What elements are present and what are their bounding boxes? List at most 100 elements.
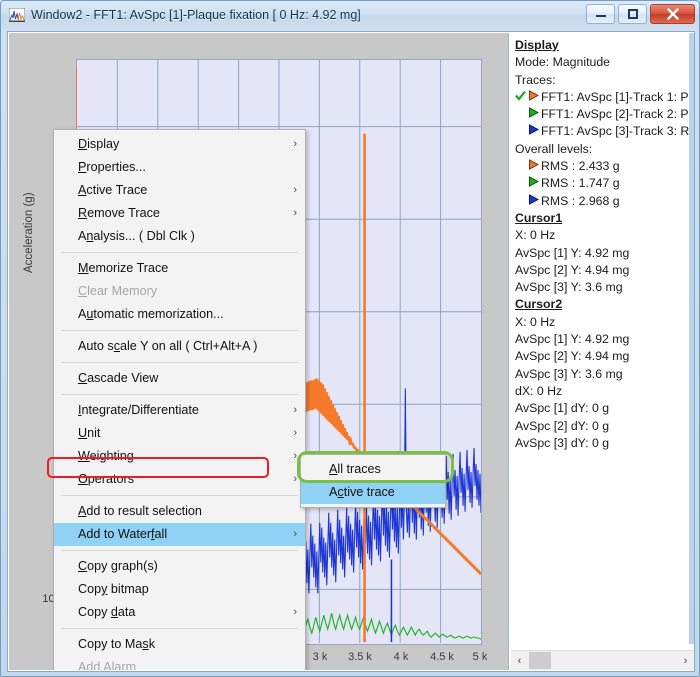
x-tick-label: 3 k xyxy=(312,651,328,663)
menu-item-label: Add Alarm xyxy=(78,660,137,670)
cursor1-line: AvSpc [2] Y: 4.94 mg xyxy=(515,262,630,277)
cursor2-line: dX: 0 Hz xyxy=(515,383,563,398)
chevron-right-icon: › xyxy=(293,404,297,416)
application-window: Window2 - FFT1: AvSpc [1]-Plaque fixatio… xyxy=(0,0,700,677)
menu-separator xyxy=(61,252,298,253)
chevron-right-icon: › xyxy=(293,184,297,196)
menu-separator xyxy=(61,628,298,629)
x-tick-label: 5 k xyxy=(472,651,488,663)
scroll-left-arrow-icon[interactable]: ‹ xyxy=(511,652,528,670)
menu-item-copy-to-mask[interactable]: Copy to Mask xyxy=(54,633,305,656)
menu-item-label: Active trace xyxy=(329,485,395,499)
menu-item-copy-bitmap[interactable]: Copy bitmap xyxy=(54,578,305,601)
menu-item-add-alarm: Add Alarm xyxy=(54,656,305,670)
menu-item-add-to-waterfall[interactable]: Add to Waterfall › xyxy=(54,523,305,546)
trace-item[interactable]: FFT1: AvSpc [2]-Track 2: Pl xyxy=(515,106,689,123)
chevron-right-icon: › xyxy=(293,528,297,540)
menu-item-weighting[interactable]: Weighting › xyxy=(54,445,305,468)
title-bar[interactable]: Window2 - FFT1: AvSpc [1]-Plaque fixatio… xyxy=(1,1,699,29)
menu-item-display[interactable]: Display › xyxy=(54,133,305,156)
display-heading: Display xyxy=(515,38,559,52)
overall-levels-heading: Overall levels: xyxy=(515,141,593,156)
cursor1-line: AvSpc [3] Y: 3.6 mg xyxy=(515,280,623,295)
cursor2-line: AvSpc [2] dY: 0 g xyxy=(515,418,610,433)
y-axis-title: Acceleration (g) xyxy=(23,192,35,273)
menu-item-copy-graph-s[interactable]: Copy graph(s) xyxy=(54,555,305,578)
menu-item-label: Clear Memory xyxy=(78,284,158,298)
maximize-icon xyxy=(627,9,638,19)
x-tick-label: 4.5 k xyxy=(430,651,454,663)
overall-level-label: RMS : 1.747 g xyxy=(541,176,620,191)
menu-item-label: Auto scale Y on all ( Ctrl+Alt+A ) xyxy=(78,339,258,353)
minimize-button[interactable] xyxy=(586,4,615,24)
cursor2-line: AvSpc [2] Y: 4.94 mg xyxy=(515,349,630,364)
close-icon xyxy=(666,8,679,20)
menu-item-active-trace[interactable]: Active Trace › xyxy=(54,179,305,202)
window-controls xyxy=(586,4,695,24)
menu-separator xyxy=(61,550,298,551)
cursor2-line: X: 0 Hz xyxy=(515,314,556,329)
menu-item-copy-data[interactable]: Copy data › xyxy=(54,601,305,624)
menu-item-operators[interactable]: Operators › xyxy=(54,468,305,491)
menu-item-label: Weighting xyxy=(78,449,134,463)
overall-level-item: RMS : 1.747 g xyxy=(515,175,689,192)
menu-item-all-traces[interactable]: All traces xyxy=(301,458,445,481)
info-panel-horizontal-scrollbar[interactable]: ‹ › xyxy=(511,650,694,670)
menu-item-analysis-dbl-clk[interactable]: Analysis... ( Dbl Clk ) xyxy=(54,225,305,248)
overall-level-label: RMS : 2.433 g xyxy=(541,159,620,174)
cursor1-line: X: 0 Hz xyxy=(515,228,556,243)
cursor2-heading: Cursor2 xyxy=(515,297,563,312)
menu-item-auto-scale-y-on-all-ctrl-alt-a[interactable]: Auto scale Y on all ( Ctrl+Alt+A ) xyxy=(54,335,305,358)
trace-color-triangle-icon xyxy=(528,89,541,106)
spectrum-icon xyxy=(9,8,25,22)
menu-item-label: Add to result selection xyxy=(78,504,202,518)
context-menu[interactable]: Display › Properties... Active Trace › Remove… xyxy=(53,129,306,670)
menu-item-label: Copy bitmap xyxy=(78,582,149,596)
overall-level-item: RMS : 2.968 g xyxy=(515,193,689,210)
client-area: 2 Acceleration (g) 100 m xyxy=(7,31,695,672)
menu-item-automatic-memorization[interactable]: Automatic memorization... xyxy=(54,303,305,326)
trace-label: FFT1: AvSpc [1]-Track 1: Pl xyxy=(541,89,689,104)
horizontal-scrollbar-thumb[interactable] xyxy=(529,652,551,669)
menu-item-label: Properties... xyxy=(78,160,146,174)
vertical-scrollbar-thumb[interactable] xyxy=(689,33,694,644)
menu-item-label: Analysis... ( Dbl Clk ) xyxy=(78,229,195,243)
graph-pane[interactable]: 2 Acceleration (g) 100 m xyxy=(9,33,509,670)
menu-item-memorize-trace[interactable]: Memorize Trace xyxy=(54,257,305,280)
menu-item-integrate-differentiate[interactable]: Integrate/Differentiate › xyxy=(54,399,305,422)
waterfall-submenu[interactable]: All traces Active trace xyxy=(300,454,446,508)
menu-item-active-trace[interactable]: Active trace xyxy=(301,481,445,504)
menu-item-properties[interactable]: Properties... xyxy=(54,156,305,179)
menu-item-remove-trace[interactable]: Remove Trace › xyxy=(54,202,305,225)
menu-item-label: Copy to Mask xyxy=(78,637,155,651)
trace-label: FFT1: AvSpc [2]-Track 2: Pl xyxy=(541,107,689,122)
scroll-right-arrow-icon[interactable]: › xyxy=(677,652,694,670)
menu-separator xyxy=(61,495,298,496)
chevron-right-icon: › xyxy=(293,606,297,618)
menu-item-label: Memorize Trace xyxy=(78,261,169,275)
menu-item-label: Display xyxy=(78,137,120,151)
chevron-right-icon: › xyxy=(293,450,297,462)
menu-item-label: Cascade View xyxy=(78,371,159,385)
menu-item-add-to-result-selection[interactable]: Add to result selection xyxy=(54,500,305,523)
info-panel-vertical-scrollbar[interactable] xyxy=(689,33,694,648)
menu-separator xyxy=(61,362,298,363)
traces-heading: Traces: xyxy=(515,72,556,87)
trace-item[interactable]: FFT1: AvSpc [3]-Track 3: Rc xyxy=(515,123,689,140)
close-button[interactable] xyxy=(650,4,695,24)
menu-item-unit[interactable]: Unit › xyxy=(54,422,305,445)
menu-item-label: Copy graph(s) xyxy=(78,559,158,573)
menu-item-label: Add to Waterfall xyxy=(78,527,168,541)
info-panel-content: Display Mode: Magnitude Traces: FFT1: Av… xyxy=(511,33,689,648)
menu-item-label: Integrate/Differentiate xyxy=(78,403,199,417)
trace-item[interactable]: FFT1: AvSpc [1]-Track 1: Pl xyxy=(515,89,689,106)
x-tick-label: 3.5 k xyxy=(348,651,372,663)
maximize-button[interactable] xyxy=(618,4,647,24)
menu-item-cascade-view[interactable]: Cascade View xyxy=(54,367,305,390)
menu-item-label: Copy data xyxy=(78,605,136,619)
x-tick-label: 4 k xyxy=(393,651,409,663)
info-panel[interactable]: Display Mode: Magnitude Traces: FFT1: Av… xyxy=(511,33,694,670)
chevron-right-icon: › xyxy=(293,138,297,150)
cursor2-line: AvSpc [1] dY: 0 g xyxy=(515,401,610,416)
cursor2-line: AvSpc [3] Y: 3.6 mg xyxy=(515,366,623,381)
